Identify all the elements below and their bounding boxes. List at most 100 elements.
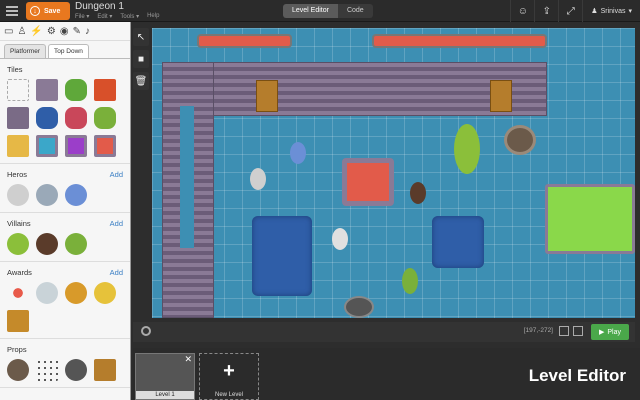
trash-icon[interactable]: 🗑: [133, 72, 149, 90]
award-potion[interactable]: [7, 282, 29, 304]
tile-red-tree[interactable]: [65, 107, 87, 129]
tile-empty[interactable]: [7, 79, 29, 101]
heros-grid: [0, 182, 130, 213]
plus-icon: +: [223, 360, 235, 382]
runner-icon[interactable]: ⚡: [30, 26, 42, 37]
brand-title: Level Editor: [528, 366, 626, 385]
tile-bush[interactable]: [65, 79, 87, 101]
tile-purple-pool[interactable]: [65, 135, 87, 157]
award-silver-coin[interactable]: [36, 282, 58, 304]
fit-view-icon[interactable]: [559, 326, 569, 336]
hero-knight[interactable]: [7, 184, 29, 206]
image-icon[interactable]: ▭: [4, 26, 13, 37]
awards-grid: [0, 280, 130, 339]
robot-icon[interactable]: ☺: [510, 0, 534, 22]
level-canvas[interactable]: [152, 28, 635, 318]
tile-crate[interactable]: [94, 79, 116, 101]
canvas-tools: ↖ ■ 🗑: [133, 28, 151, 318]
tile-castle-wall[interactable]: [7, 107, 29, 129]
square-select-icon[interactable]: ■: [133, 50, 149, 68]
villain-ogre[interactable]: [454, 124, 480, 174]
hero-wizard[interactable]: [65, 184, 87, 206]
blue-tree-cluster[interactable]: [432, 216, 484, 268]
new-level-button[interactable]: + New Level: [199, 353, 259, 400]
prop-spikes[interactable]: [36, 359, 58, 381]
award-bronze-coin[interactable]: [65, 282, 87, 304]
menu-tools[interactable]: Tools ▾: [120, 13, 139, 20]
prop-well[interactable]: [7, 359, 29, 381]
tab-code[interactable]: Code: [337, 4, 373, 18]
tile-lava-pool[interactable]: [94, 135, 116, 157]
hero-knight[interactable]: [332, 228, 348, 250]
user-icon: ♟: [591, 8, 598, 15]
tiles-grid: [0, 77, 130, 164]
camera-icon[interactable]: ◉: [60, 26, 69, 37]
tab-platformer[interactable]: Platformer: [4, 44, 46, 58]
tile-water-pool[interactable]: [36, 135, 58, 157]
lava-strip[interactable]: [372, 34, 547, 48]
asset-panel: ▭ ♙ ⚡ ⚙ ◉ ✎ ♪ Platformer Top Down Tiles …: [0, 22, 131, 400]
tab-top-down[interactable]: Top Down: [47, 44, 89, 58]
award-gold-coin[interactable]: [94, 282, 116, 304]
chevron-down-icon: ▾: [628, 8, 632, 15]
close-icon[interactable]: ✕: [184, 354, 192, 365]
hero-wizard[interactable]: [290, 142, 306, 164]
tab-level-editor[interactable]: Level Editor: [283, 4, 338, 18]
brush-icon[interactable]: ✎: [73, 26, 81, 37]
menu-help[interactable]: Help: [147, 13, 159, 20]
award-chest[interactable]: [7, 310, 29, 332]
levels-bar: ✕ Level 1 + New Level Level Editor: [133, 348, 640, 400]
menu-edit[interactable]: Edit ▾: [97, 13, 112, 20]
villain-goblin[interactable]: [7, 233, 29, 255]
top-right-actions: ☺ ⇪ ⤢ ♟ Srinivas ▾: [510, 0, 640, 22]
share-icon[interactable]: ⇪: [534, 0, 558, 22]
robot-icon[interactable]: ⚙: [47, 26, 56, 37]
add-villain-button[interactable]: Add: [110, 219, 123, 228]
mode-toggle: Level Editor Code: [283, 4, 373, 18]
tile-green-tree[interactable]: [94, 107, 116, 129]
villain-ogre[interactable]: [65, 233, 87, 255]
new-level-label: New Level: [214, 392, 243, 398]
acid-pool[interactable]: [545, 184, 635, 254]
hero-warrior[interactable]: [36, 184, 58, 206]
villain-goblin[interactable]: [402, 268, 418, 294]
grid-view-icon[interactable]: [573, 326, 583, 336]
zoom-search-icon[interactable]: [141, 326, 151, 336]
villain-hooded[interactable]: [410, 182, 426, 204]
tile-wall-tower[interactable]: [36, 79, 58, 101]
menu-file[interactable]: File ▾: [75, 13, 89, 20]
tile-blue-tree[interactable]: [36, 107, 58, 129]
section-props: Props: [7, 345, 27, 354]
prop-door[interactable]: [94, 359, 116, 381]
wall-corridor: [180, 106, 194, 248]
castle-door[interactable]: [490, 80, 512, 112]
user-menu[interactable]: ♟ Srinivas ▾: [582, 0, 640, 22]
section-tiles: Tiles: [7, 65, 23, 74]
tile-sand[interactable]: [7, 135, 29, 157]
asset-toolbar: ▭ ♙ ⚡ ⚙ ◉ ✎ ♪: [0, 22, 130, 41]
manhole-prop[interactable]: [344, 296, 374, 318]
section-awards: Awards Add: [7, 268, 123, 277]
villain-hooded[interactable]: [36, 233, 58, 255]
blue-tree-cluster[interactable]: [252, 216, 312, 296]
section-heros: Heros Add: [7, 170, 123, 179]
level-thumbnail[interactable]: ✕ Level 1: [135, 353, 195, 400]
prop-manhole[interactable]: [65, 359, 87, 381]
add-hero-button[interactable]: Add: [110, 170, 123, 179]
play-icon: ▶: [598, 329, 605, 336]
microphone-icon[interactable]: ♪: [85, 26, 90, 37]
castle-door[interactable]: [256, 80, 278, 112]
person-icon[interactable]: ♙: [17, 26, 26, 37]
lava-strip[interactable]: [197, 34, 292, 48]
props-grid: [0, 357, 130, 388]
save-button[interactable]: ↓ Save: [26, 2, 70, 20]
hamburger-menu-icon[interactable]: [6, 6, 18, 16]
lava-pool[interactable]: [342, 158, 394, 206]
well-prop[interactable]: [504, 125, 536, 155]
fullscreen-icon[interactable]: ⤢: [558, 0, 582, 22]
hero-knight[interactable]: [250, 168, 266, 190]
pointer-icon[interactable]: ↖: [133, 28, 149, 46]
document-title[interactable]: Dungeon 1: [75, 1, 124, 12]
add-award-button[interactable]: Add: [110, 268, 123, 277]
play-button[interactable]: ▶ Play: [591, 324, 629, 340]
